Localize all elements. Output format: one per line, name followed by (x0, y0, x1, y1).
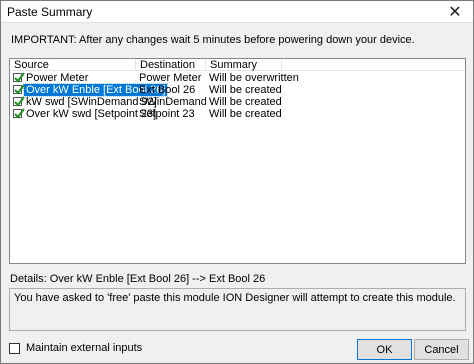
paste-summary-dialog: Paste Summary ✕ IMPORTANT: After any cha… (0, 0, 474, 364)
maintain-external-inputs-checkbox[interactable] (9, 342, 20, 354)
source-cell: kW swd [SWinDemand 92] (13, 95, 157, 108)
summary-cell: Will be created (209, 96, 282, 108)
row-checkbox[interactable] (13, 83, 25, 95)
checkmark-icon (14, 83, 25, 95)
details-text: Details: Over kW Enble [Ext Bool 26] -->… (10, 273, 266, 285)
message-text: You have asked to 'free' paste this modu… (14, 292, 456, 304)
title-bar: Paste Summary ✕ (1, 1, 473, 23)
table-row[interactable]: Over kW Enble [Ext Bool 26] Ext Bool 26 Wi… (10, 83, 465, 97)
source-cell: Over kW Enble [Ext Bool 26] (13, 83, 169, 97)
maintain-external-inputs-label: Maintain external inputs (26, 342, 143, 354)
destination-cell: Ext Bool 26 (139, 84, 196, 96)
message-box: You have asked to 'free' paste this modu… (9, 288, 466, 331)
column-header-destination[interactable]: Destination (136, 59, 206, 71)
summary-cell: Will be created (209, 108, 282, 120)
table-body: Power Meter Power Meter Will be overwritte… (10, 71, 465, 120)
important-notice: IMPORTANT: After any changes wait 5 minu… (11, 34, 415, 46)
source-label: Power Meter (26, 72, 89, 84)
close-button[interactable]: ✕ (441, 2, 469, 22)
checkmark-icon (14, 71, 25, 83)
row-checkbox[interactable] (13, 95, 25, 107)
row-checkbox[interactable] (13, 107, 25, 119)
summary-cell: Will be overwritten (209, 72, 299, 84)
paste-summary-table[interactable]: Source Destination Summary Power Meter Po… (9, 58, 466, 264)
table-row[interactable]: Over kW swd [Setpoint 23] Setpoint 23 Will… (10, 107, 465, 120)
destination-cell: Power Meter (139, 72, 202, 84)
checkmark-icon (14, 95, 25, 107)
source-cell: Over kW swd [Setpoint 23] (13, 107, 156, 120)
maintain-external-inputs[interactable]: Maintain external inputs (9, 342, 142, 354)
source-cell: Power Meter (13, 71, 134, 84)
table-row[interactable]: kW swd [SWinDemand 92]SWinDemand 92Will … (10, 95, 465, 108)
destination-cell: Setpoint 23 (139, 108, 195, 120)
ok-button[interactable]: OK (357, 339, 412, 360)
table-header: Source Destination Summary (10, 59, 465, 71)
row-checkbox[interactable] (13, 71, 25, 83)
column-header-source[interactable]: Source (10, 59, 136, 71)
summary-cell: Will be created (209, 84, 282, 96)
cancel-button[interactable]: Cancel (414, 339, 469, 360)
window-title: Paste Summary (7, 5, 93, 19)
checkmark-icon (14, 107, 25, 119)
column-header-summary[interactable]: Summary (206, 59, 282, 71)
destination-cell: SWinDemand 92 (139, 96, 206, 108)
table-row[interactable]: Power Meter Power Meter Will be overwritte… (10, 71, 465, 84)
close-icon: ✕ (448, 4, 462, 21)
